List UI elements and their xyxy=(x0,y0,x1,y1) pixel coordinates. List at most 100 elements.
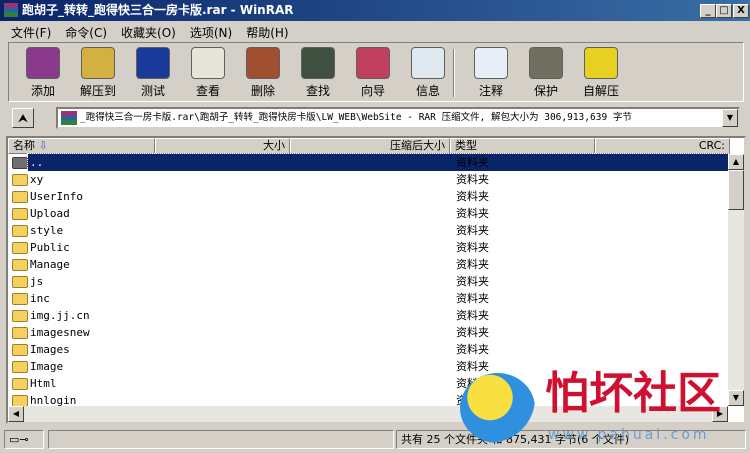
toolbar: 添加 解压到 测试 查看 删除 查找 向导 信息 注释 保护 自解压 xyxy=(8,42,744,102)
column-size[interactable]: 大小 xyxy=(155,138,290,154)
file-type: 资料夹 xyxy=(456,309,489,322)
column-type[interactable]: 类型 xyxy=(450,138,595,154)
column-name[interactable]: 名称 ⇩ xyxy=(8,138,155,154)
folder-icon xyxy=(12,327,28,339)
address-dropdown-button[interactable]: ▼ xyxy=(722,109,738,127)
folder-icon xyxy=(12,174,28,186)
find-icon xyxy=(301,47,335,79)
file-row[interactable]: Upload 资料夹 xyxy=(8,205,730,222)
file-row[interactable]: Image 资料夹 xyxy=(8,358,730,375)
menu-favorites[interactable]: 收藏夹(O) xyxy=(114,21,183,41)
toolbar-button-extract-to[interactable]: 解压到 xyxy=(72,47,124,101)
drive-key-icon[interactable]: ▭⊸ xyxy=(4,430,44,449)
file-name: inc xyxy=(30,292,50,305)
toolbar-button-label: 自解压 xyxy=(582,84,619,98)
protect-icon xyxy=(529,47,563,79)
file-type: 资料夹 xyxy=(456,326,489,339)
column-crc[interactable]: CRC: xyxy=(595,138,730,154)
add-archive-icon xyxy=(26,47,60,79)
file-row[interactable]: .. 资料夹 xyxy=(8,153,731,172)
toolbar-button-label: 查看 xyxy=(195,84,220,98)
delete-icon xyxy=(246,47,280,79)
minimize-button[interactable]: _ xyxy=(700,4,716,18)
scroll-down-button[interactable]: ▼ xyxy=(728,390,744,406)
menu-bar: 文件(F) 命令(C) 收藏夹(O) 选项(N) 帮助(H) xyxy=(0,21,750,41)
file-name: style xyxy=(30,224,64,237)
folder-icon xyxy=(12,208,28,220)
scroll-right-button[interactable]: ▶ xyxy=(712,406,728,422)
file-row[interactable]: imagesnew 资料夹 xyxy=(8,324,730,341)
file-row[interactable]: style 资料夹 xyxy=(8,222,730,239)
folder-icon xyxy=(12,276,28,288)
file-type: 资料夹 xyxy=(456,258,489,271)
column-packed[interactable]: 压缩后大小 xyxy=(290,138,450,154)
up-folder-button[interactable]: ⮝ xyxy=(12,108,34,128)
file-type: 资料夹 xyxy=(456,377,489,390)
file-type: 资料夹 xyxy=(456,275,489,288)
toolbar-button-label: 添加 xyxy=(30,84,55,98)
file-name: Html xyxy=(30,377,57,390)
toolbar-button-sfx[interactable]: 自解压 xyxy=(575,47,627,101)
file-type: 资料夹 xyxy=(456,207,489,220)
folder-icon xyxy=(12,378,28,390)
file-name: xy xyxy=(30,173,44,186)
file-type: 资料夹 xyxy=(456,343,489,356)
toolbar-button-label: 查找 xyxy=(305,84,330,98)
wizard-icon xyxy=(356,47,390,79)
menu-options[interactable]: 选项(N) xyxy=(183,21,239,41)
folder-icon xyxy=(12,157,28,169)
toolbar-button-label: 删除 xyxy=(250,84,275,98)
file-type: 资料夹 xyxy=(456,292,489,305)
menu-commands[interactable]: 命令(C) xyxy=(58,21,114,41)
toolbar-button-wizard[interactable]: 向导 xyxy=(347,47,399,101)
folder-icon xyxy=(12,225,28,237)
file-row[interactable]: UserInfo 资料夹 xyxy=(8,188,730,205)
file-row[interactable]: Html 资料夹 xyxy=(8,375,730,392)
winrar-icon xyxy=(4,3,18,17)
file-name: .. xyxy=(27,153,731,172)
address-bar[interactable]: _跑得快三合一房卡版.rar\跑胡子_转转_跑得快房卡版\LW_WEB\WebS… xyxy=(56,107,740,129)
folder-icon xyxy=(12,191,28,203)
toolbar-button-protect[interactable]: 保护 xyxy=(520,47,572,101)
file-name: img.jj.cn xyxy=(30,309,90,322)
scroll-left-button[interactable]: ◀ xyxy=(8,406,24,422)
toolbar-button-test[interactable]: 测试 xyxy=(127,47,179,101)
folder-icon xyxy=(12,310,28,322)
toolbar-button-view[interactable]: 查看 xyxy=(182,47,234,101)
file-row[interactable]: img.jj.cn 资料夹 xyxy=(8,307,730,324)
scroll-thumb[interactable] xyxy=(728,170,744,210)
status-bar: ▭⊸ 共有 25 个文件夹 和 875,431 字节(6 个文件) xyxy=(4,430,746,450)
toolbar-button-delete[interactable]: 删除 xyxy=(237,47,289,101)
status-text: 共有 25 个文件夹 和 875,431 字节(6 个文件) xyxy=(396,430,746,449)
file-list[interactable]: 名称 ⇩ 大小 压缩后大小 类型 CRC: .. 资料夹 xy 资料夹 UserInfo… xyxy=(6,136,746,424)
address-path: _跑得快三合一房卡版.rar\跑胡子_转转_跑得快房卡版\LW_WEB\WebS… xyxy=(80,112,632,123)
sfx-icon xyxy=(584,47,618,79)
file-row[interactable]: Images 资料夹 xyxy=(8,341,730,358)
file-name: js xyxy=(30,275,44,288)
toolbar-button-label: 注释 xyxy=(478,84,503,98)
view-icon xyxy=(191,47,225,79)
toolbar-button-comment[interactable]: 注释 xyxy=(465,47,517,101)
folder-icon xyxy=(12,344,28,356)
toolbar-button-info[interactable]: 信息 xyxy=(402,47,454,101)
file-type: 资料夹 xyxy=(456,156,489,169)
menu-file[interactable]: 文件(F) xyxy=(4,21,58,41)
toolbar-button-label: 信息 xyxy=(415,84,440,98)
toolbar-button-label: 测试 xyxy=(140,84,165,98)
menu-help[interactable]: 帮助(H) xyxy=(239,21,295,41)
file-row[interactable]: inc 资料夹 xyxy=(8,290,730,307)
toolbar-button-add-archive[interactable]: 添加 xyxy=(17,47,69,101)
toolbar-button-find[interactable]: 查找 xyxy=(292,47,344,101)
file-row[interactable]: js 资料夹 xyxy=(8,273,730,290)
vertical-scrollbar[interactable]: ▲ ▼ xyxy=(728,154,744,406)
comment-icon xyxy=(474,47,508,79)
horizontal-scrollbar[interactable]: ◀ ▶ xyxy=(8,406,728,422)
scroll-up-button[interactable]: ▲ xyxy=(728,154,744,170)
close-button[interactable]: X xyxy=(733,4,749,18)
file-row[interactable]: Public 资料夹 xyxy=(8,239,730,256)
file-type: 资料夹 xyxy=(456,173,489,186)
maximize-button[interactable]: □ xyxy=(716,4,732,18)
file-row[interactable]: xy 资料夹 xyxy=(8,171,730,188)
file-name: Images xyxy=(30,343,70,356)
file-row[interactable]: Manage 资料夹 xyxy=(8,256,730,273)
